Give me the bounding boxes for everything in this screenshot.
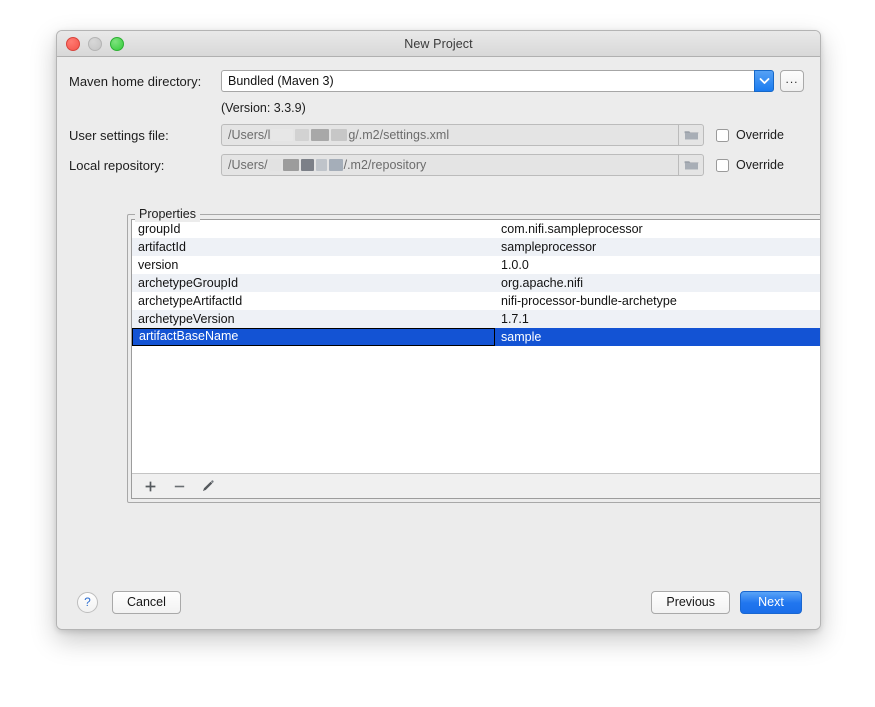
chevron-down-icon[interactable] — [754, 70, 774, 92]
help-button[interactable]: ? — [77, 591, 98, 613]
local-repository-field-wrap[interactable]: /Users/ /.m2/repository — [221, 154, 704, 176]
table-row-selected[interactable]: artifactBaseName sample — [132, 328, 820, 346]
window-title: New Project — [404, 36, 473, 51]
property-value: sampleprocessor — [501, 240, 597, 254]
user-settings-path-suffix: g/.m2/settings.xml — [348, 128, 450, 142]
property-value: com.nifi.sampleprocessor — [501, 222, 643, 236]
local-repository-row: Local repository: /Users/ /.m2/repositor… — [57, 151, 820, 179]
properties-panel: groupId com.nifi.sampleprocessor artifac… — [131, 219, 820, 499]
property-name: artifactId — [138, 240, 186, 254]
user-settings-input[interactable]: /Users/l g/.m2/settings.xml — [221, 124, 678, 146]
redaction-block — [328, 159, 343, 171]
maven-version-note: (Version: 3.3.9) — [221, 101, 306, 115]
maven-home-label: Maven home directory: — [69, 73, 202, 89]
screen: New Project Maven home directory: Bundle… — [0, 0, 875, 707]
property-name: archetypeGroupId — [138, 276, 239, 290]
redaction-block — [268, 159, 281, 171]
redaction-block — [271, 129, 294, 141]
property-name: artifactBaseName — [132, 328, 495, 346]
property-value: org.apache.nifi — [501, 276, 584, 290]
maven-home-browse-button[interactable]: ... — [780, 70, 804, 92]
next-button[interactable]: Next — [740, 590, 802, 614]
titlebar: New Project — [57, 31, 820, 57]
property-name: groupId — [138, 222, 181, 236]
user-settings-override-label: Override — [736, 128, 784, 142]
user-settings-row: User settings file: /Users/l g/.m2/setti… — [57, 121, 820, 149]
local-repository-override[interactable]: Override — [716, 158, 804, 172]
property-name: archetypeArtifactId — [138, 294, 243, 308]
local-repository-override-checkbox[interactable] — [716, 158, 729, 172]
maven-home-row: Maven home directory: Bundled (Maven 3) … — [57, 67, 820, 95]
local-repository-path-prefix: /Users/ — [228, 158, 268, 172]
table-row[interactable]: archetypeVersion 1.7.1 — [132, 310, 820, 328]
new-project-dialog: New Project Maven home directory: Bundle… — [56, 30, 821, 630]
add-property-button[interactable] — [142, 478, 158, 494]
redaction-block — [315, 159, 327, 171]
table-row[interactable]: archetypeArtifactId nifi-processor-bundl… — [132, 292, 820, 310]
table-row[interactable]: version 1.0.0 — [132, 256, 820, 274]
user-settings-override-checkbox[interactable] — [716, 128, 729, 142]
properties-group: Properties groupId com.nifi.sampleproces… — [127, 207, 820, 503]
cancel-button[interactable]: Cancel — [112, 590, 181, 614]
user-settings-override[interactable]: Override — [716, 128, 804, 142]
minimize-button[interactable] — [88, 36, 102, 51]
user-settings-path-prefix: /Users/l — [228, 128, 271, 142]
redaction-block — [331, 129, 348, 141]
redaction-block — [295, 129, 310, 141]
remove-property-button[interactable] — [171, 478, 187, 494]
properties-toolbar — [132, 473, 820, 498]
local-repository-override-label: Override — [736, 158, 784, 172]
table-row[interactable]: artifactId sampleprocessor — [132, 238, 820, 256]
property-name: version — [138, 258, 179, 272]
property-value: sample — [501, 330, 542, 344]
redaction-block — [300, 159, 314, 171]
previous-button[interactable]: Previous — [651, 590, 730, 614]
maven-settings-form: Maven home directory: Bundled (Maven 3) … — [57, 67, 820, 181]
edit-property-button[interactable] — [200, 478, 216, 494]
user-settings-label: User settings file: — [69, 127, 169, 143]
local-repository-label: Local repository: — [69, 157, 165, 173]
redaction-block — [282, 159, 299, 171]
property-value: 1.7.1 — [501, 312, 529, 326]
properties-table[interactable]: groupId com.nifi.sampleprocessor artifac… — [132, 220, 820, 473]
maven-home-value[interactable]: Bundled (Maven 3) — [221, 70, 754, 92]
property-value: 1.0.0 — [501, 258, 529, 272]
window-controls — [66, 31, 124, 56]
local-repository-input[interactable]: /Users/ /.m2/repository — [221, 154, 678, 176]
user-settings-field-wrap[interactable]: /Users/l g/.m2/settings.xml — [221, 124, 704, 146]
table-row[interactable]: archetypeGroupId org.apache.nifi — [132, 274, 820, 292]
property-value: nifi-processor-bundle-archetype — [501, 294, 677, 308]
close-button[interactable] — [66, 36, 80, 51]
properties-group-title: Properties — [135, 207, 200, 222]
zoom-button[interactable] — [110, 36, 124, 51]
folder-icon[interactable] — [678, 154, 704, 176]
property-name: archetypeVersion — [138, 312, 235, 326]
table-row[interactable]: groupId com.nifi.sampleprocessor — [132, 220, 820, 238]
dialog-body: Maven home directory: Bundled (Maven 3) … — [57, 57, 820, 629]
folder-icon[interactable] — [678, 124, 704, 146]
local-repository-path-suffix: /.m2/repository — [343, 158, 427, 172]
dialog-footer: ? Cancel Previous Next — [57, 589, 820, 615]
maven-home-combobox[interactable]: Bundled (Maven 3) — [221, 70, 774, 92]
redaction-block — [311, 129, 330, 141]
